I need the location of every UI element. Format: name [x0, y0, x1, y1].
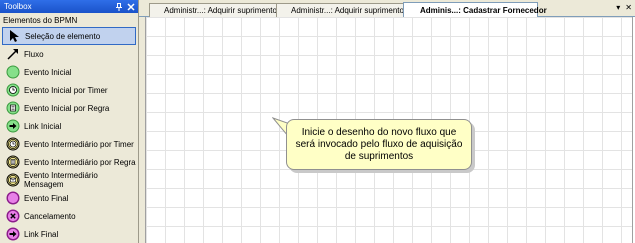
- toolbox-item-label: Evento Intermediário por Timer: [24, 139, 134, 149]
- document-tab-strip: Administr...: Adquirir suprimentos Admin…: [139, 0, 635, 18]
- toolbox-header: Toolbox: [0, 0, 138, 13]
- start-event-icon: [6, 65, 20, 79]
- toolbox-item-label: Cancelamento: [24, 211, 76, 221]
- toolbox-title: Toolbox: [4, 2, 32, 11]
- rule-start-event-icon: [6, 101, 20, 115]
- toolbox-item-evento-inicial[interactable]: Evento Inicial: [0, 63, 138, 81]
- toolbox-item-label: Fluxo: [24, 49, 44, 59]
- toolbox-item-cancelamento[interactable]: Cancelamento: [0, 207, 138, 225]
- toolbox-item-label: Evento Final: [24, 193, 69, 203]
- toolbox-items: Seleção de elemento Fluxo Evento Inicial…: [0, 27, 138, 243]
- tab-cadastrar-fornecedor[interactable]: Adminis...: Cadastrar Fornecedor: [403, 2, 547, 18]
- toolbox-item-label: Evento Intermediário por Regra: [24, 157, 136, 167]
- message-intermediate-event-icon: [6, 173, 20, 187]
- toolbox-item-label: Evento Inicial por Timer: [24, 85, 108, 95]
- toolbox-category-label: Elementos do BPMN: [3, 15, 78, 25]
- toolbox-item-label: Evento Inicial por Regra: [24, 103, 110, 113]
- flow-arrow-icon: [6, 47, 20, 61]
- cancel-event-icon: [6, 209, 20, 223]
- toolbox-item-label: Evento Inicial: [24, 67, 72, 77]
- toolbox-item-label: Evento Intermediário Mensagem: [24, 171, 98, 189]
- tab-strip-controls: ▾ ✕: [616, 3, 632, 12]
- link-start-icon: [6, 119, 20, 133]
- toolbox-item-link-final[interactable]: Link Final: [0, 225, 138, 243]
- tab-adquirir-suprimentos-2[interactable]: Administr...: Adquirir suprimentos: [276, 3, 411, 17]
- annotation-note-text: Inicie o desenho do novo fluxo que será …: [295, 126, 463, 162]
- toolbox-item-evento-intermediario-timer[interactable]: Evento Intermediário por Timer: [0, 135, 138, 153]
- end-event-icon: [6, 191, 20, 205]
- close-icon[interactable]: ✕: [625, 3, 632, 12]
- toolbox-item-link-inicial[interactable]: Link Inicial: [0, 117, 138, 135]
- pointer-icon: [7, 29, 21, 43]
- toolbox-item-selecao[interactable]: Seleção de elemento: [2, 27, 136, 45]
- pin-icon[interactable]: [114, 2, 123, 11]
- tab-adquirir-suprimentos-1[interactable]: Administr...: Adquirir suprimentos: [149, 3, 284, 17]
- link-end-icon: [6, 227, 20, 241]
- timer-start-event-icon: [6, 83, 20, 97]
- tab-label: Administr...: Adquirir suprimentos: [164, 6, 281, 15]
- toolbox-item-evento-inicial-timer[interactable]: Evento Inicial por Timer: [0, 81, 138, 99]
- toolbox-item-label: Seleção de elemento: [25, 31, 101, 41]
- toolbox-item-evento-inicial-regra[interactable]: Evento Inicial por Regra: [0, 99, 138, 117]
- annotation-note[interactable]: Inicie o desenho do novo fluxo que será …: [286, 119, 472, 170]
- toolbox-item-evento-intermediario-mensagem[interactable]: Evento Intermediário Mensagem: [0, 171, 138, 189]
- tab-label: Administr...: Adquirir suprimentos: [291, 6, 408, 15]
- toolbox-item-fluxo[interactable]: Fluxo: [0, 45, 138, 63]
- timer-intermediate-event-icon: [6, 137, 20, 151]
- close-icon[interactable]: [126, 2, 135, 11]
- toolbox-item-label: Link Inicial: [24, 121, 62, 131]
- toolbox-panel: Toolbox Elementos do BPMN Seleção de ele…: [0, 0, 139, 243]
- chevron-down-icon[interactable]: ▾: [616, 3, 620, 12]
- rule-intermediate-event-icon: [6, 155, 20, 169]
- toolbox-item-evento-final[interactable]: Evento Final: [0, 189, 138, 207]
- toolbox-item-label: Link Final: [24, 229, 59, 239]
- tab-label: Adminis...: Cadastrar Fornecedor: [420, 6, 547, 15]
- toolbox-item-evento-intermediario-regra[interactable]: Evento Intermediário por Regra: [0, 153, 138, 171]
